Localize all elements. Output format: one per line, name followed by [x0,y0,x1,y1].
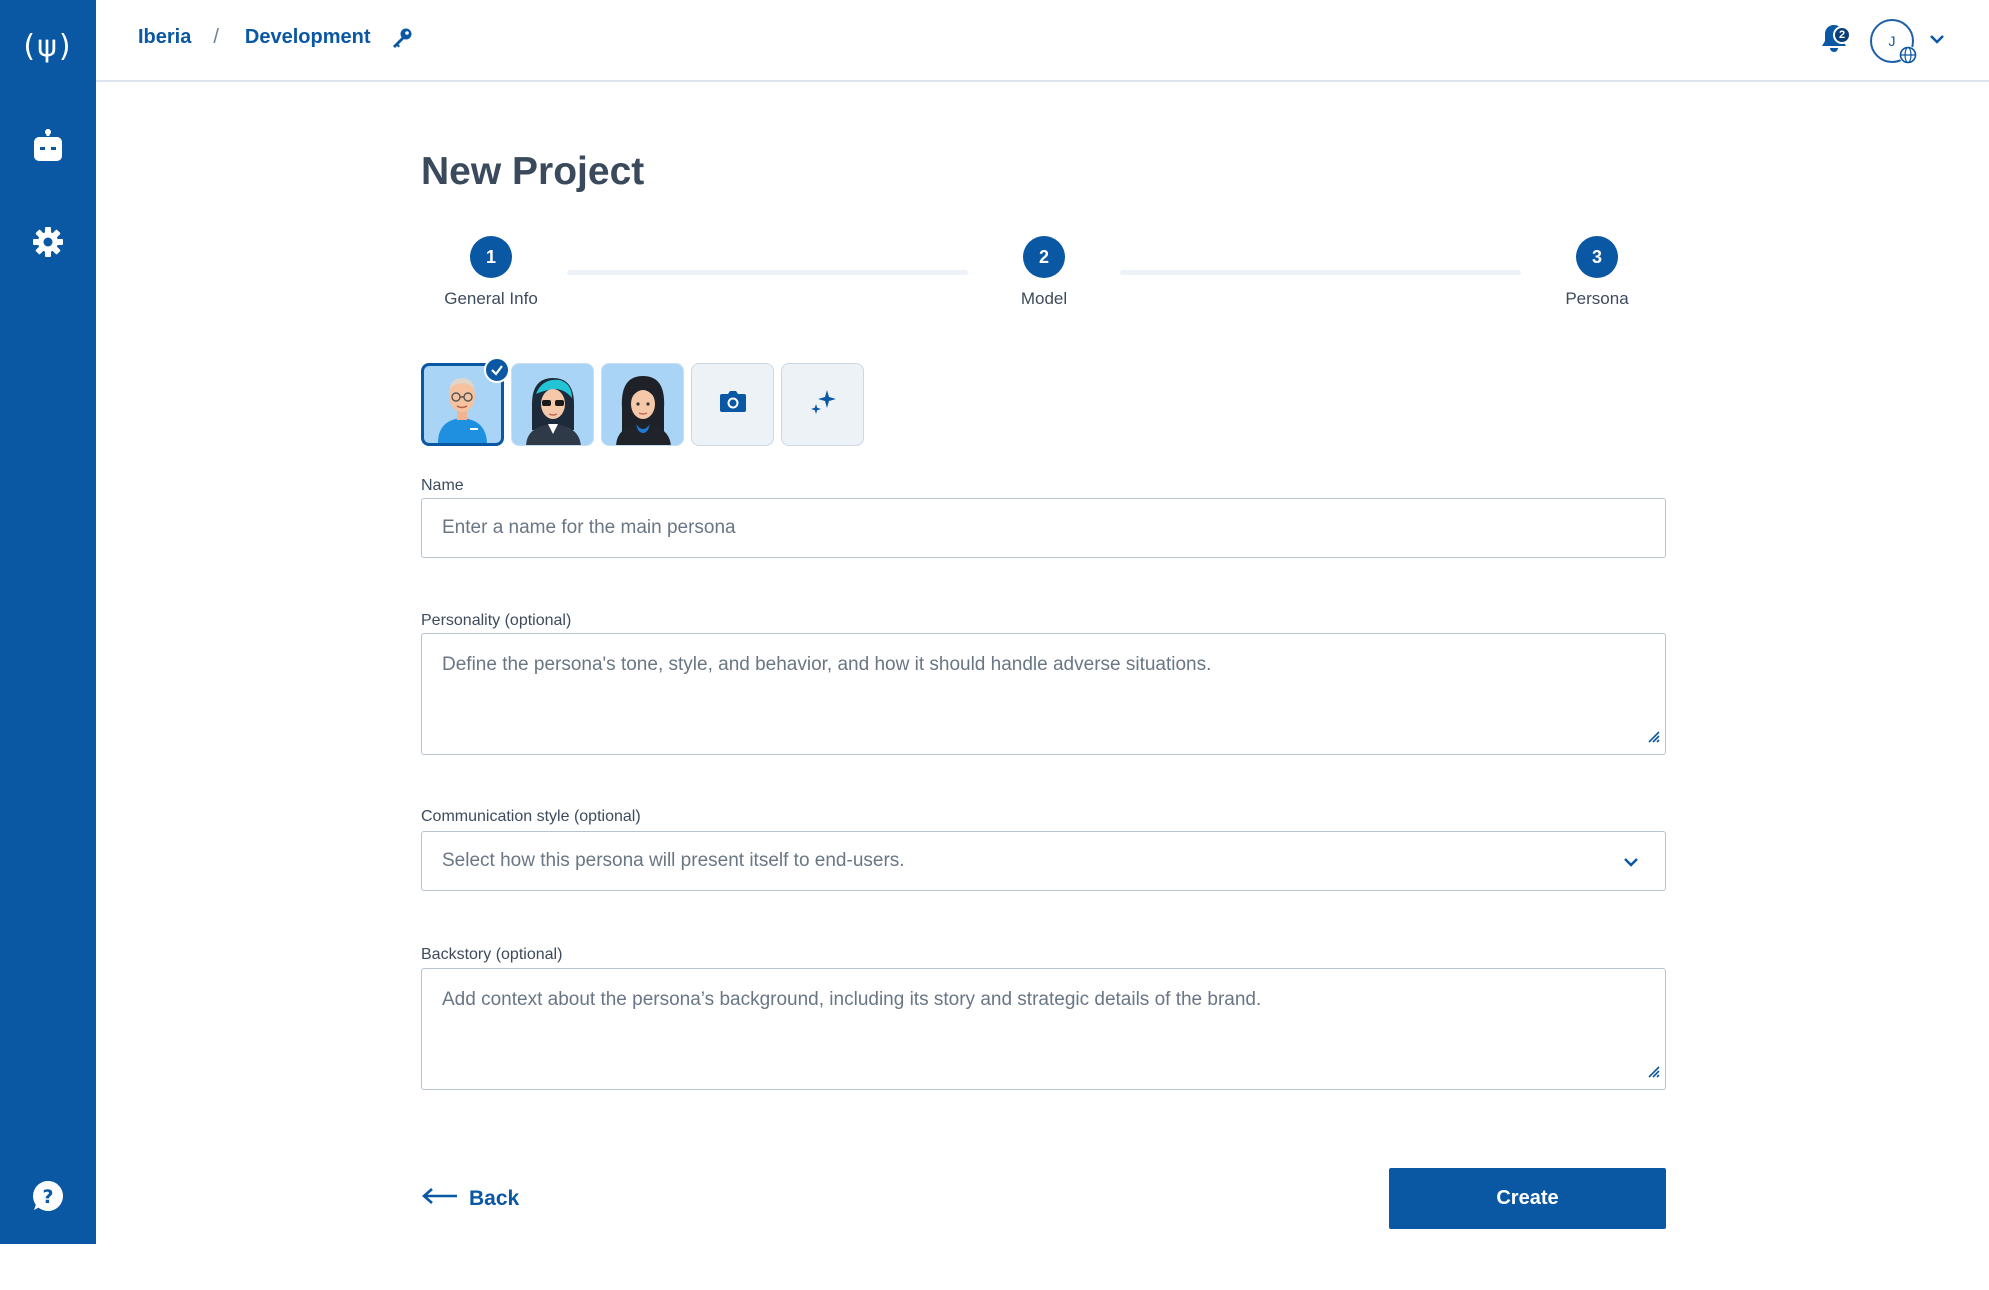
user-menu-chevron-down-icon[interactable] [1928,30,1946,53]
step-number: 1 [470,236,512,278]
step-persona[interactable]: 3 Persona [1517,236,1677,309]
back-label: Back [469,1187,520,1210]
sparkle-icon [809,388,837,421]
create-button[interactable]: Create [1389,1168,1666,1229]
dark-hair-woman-avatar[interactable] [601,363,684,446]
resize-handle-icon[interactable] [1647,1063,1661,1085]
help-icon[interactable]: ? [0,1166,96,1226]
step-label: Model [1020,289,1068,308]
resize-handle-icon[interactable] [1647,728,1661,750]
step-model[interactable]: 2 Model [964,236,1124,309]
upload-photo-button[interactable] [691,363,774,446]
svg-text:?: ? [42,1186,53,1208]
backstory-textarea[interactable]: Add context about the persona’s backgrou… [421,968,1666,1090]
selected-check-icon [484,357,510,383]
communication-style-select[interactable]: Select how this persona will present its… [421,831,1666,891]
globe-icon [1899,46,1917,64]
gear-icon[interactable] [0,212,96,272]
camera-icon [719,390,747,419]
breadcrumb-separator: / [213,26,219,48]
backstory-placeholder: Add context about the persona’s backgrou… [442,989,1262,1010]
personality-label: Personality (optional) [421,612,572,629]
personality-placeholder: Define the persona's tone, style, and be… [442,654,1212,675]
robot-icon[interactable] [0,116,96,176]
step-number: 2 [1023,236,1065,278]
stepper-connector [567,270,968,275]
generate-avatar-button[interactable] [781,363,864,446]
sidebar: (ψ) ? [0,0,96,1244]
step-general-info[interactable]: 1 General Info [411,236,571,309]
step-number: 3 [1576,236,1618,278]
chevron-down-icon [1623,854,1639,876]
arrow-left-icon [421,1186,459,1212]
page-title: New Project [421,150,645,193]
personality-textarea[interactable]: Define the persona's tone, style, and be… [421,633,1666,755]
sunglasses-woman-avatar[interactable] [511,363,594,446]
step-label: General Info [444,289,538,308]
notification-count-badge: 2 [1833,26,1851,44]
key-icon[interactable] [391,27,413,49]
name-label: Name [421,477,464,494]
name-input[interactable]: Enter a name for the main persona [421,498,1666,558]
backstory-label: Backstory (optional) [421,946,563,963]
communication-placeholder: Select how this persona will present its… [442,850,905,871]
stepper-connector [1120,270,1521,275]
step-label: Persona [1565,289,1629,308]
name-placeholder: Enter a name for the main persona [442,517,736,538]
breadcrumb: Iberia / Development [138,26,413,49]
app-logo[interactable]: (ψ) [0,16,96,76]
breadcrumb-development[interactable]: Development [245,26,371,49]
breadcrumb-iberia[interactable]: Iberia [138,26,191,49]
top-bar: Iberia / Development [96,0,1989,82]
back-button[interactable]: Back [421,1186,519,1212]
communication-label: Communication style (optional) [421,808,641,825]
